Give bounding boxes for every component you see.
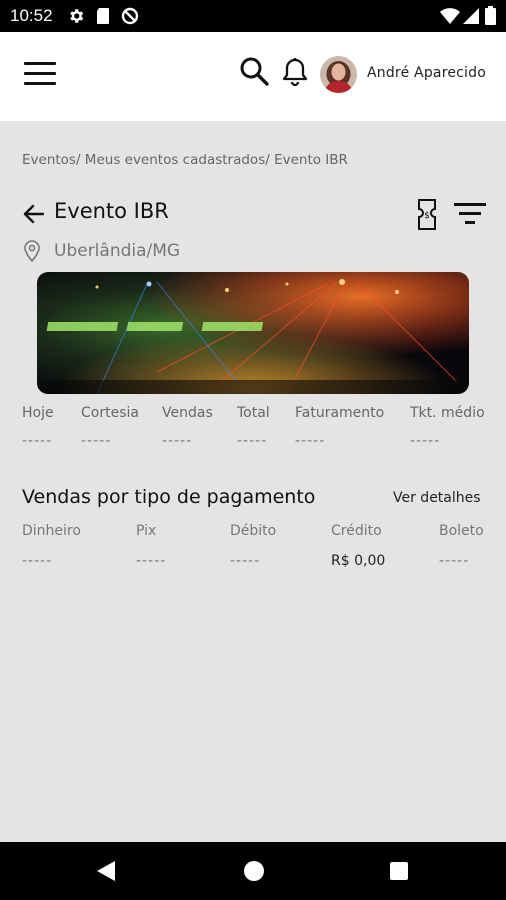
payment-value: ----- (439, 553, 470, 569)
event-location: Uberlândia/MG (54, 241, 181, 261)
event-title: Evento IBR (54, 199, 169, 223)
payment-credito: Crédito R$ 0,00 (331, 523, 385, 569)
stat-value: ----- (237, 433, 268, 449)
stat-label: Hoje (22, 405, 54, 421)
avatar[interactable] (320, 56, 357, 93)
system-nav-bar (0, 842, 506, 900)
user-name[interactable]: André Aparecido (367, 65, 486, 81)
breadcrumb: Eventos/ Meus eventos cadastrados/ Event… (22, 152, 348, 168)
stat-value: ----- (22, 433, 53, 449)
payment-pix: Pix ----- (136, 523, 166, 569)
stat-label: Faturamento (295, 405, 385, 421)
payment-dinheiro: Dinheiro ----- (22, 523, 81, 569)
stat-value: ----- (81, 433, 112, 449)
stat-label: Vendas (162, 405, 213, 421)
menu-icon[interactable] (24, 62, 56, 86)
event-banner-image (37, 272, 469, 394)
payment-value: ----- (230, 553, 261, 569)
status-bar: 10:52 (0, 0, 506, 32)
stat-value: ----- (162, 433, 193, 449)
stat-faturamento: Faturamento ----- (295, 405, 384, 449)
payments-title: Vendas por tipo de pagamento (22, 486, 316, 508)
payment-label: Débito (230, 523, 277, 539)
status-time: 10:52 (10, 6, 53, 25)
payment-value: R$ 0,00 (331, 553, 386, 569)
stat-cortesia: Cortesia ----- (81, 405, 139, 449)
stat-label: Tkt. médio (410, 405, 485, 421)
arrow-back-icon[interactable] (22, 203, 44, 225)
sim-icon (97, 8, 109, 24)
battery-icon (485, 6, 496, 25)
search-icon[interactable] (238, 55, 270, 87)
nav-back-icon[interactable] (97, 861, 115, 881)
stat-total: Total ----- (237, 405, 270, 449)
details-link[interactable]: Ver detalhes (393, 490, 481, 506)
payment-boleto: Boleto ----- (439, 523, 484, 569)
payment-debito: Débito ----- (230, 523, 276, 569)
payment-label: Pix (136, 523, 157, 539)
event-stats: Hoje ----- Cortesia ----- Vendas ----- T… (0, 405, 506, 465)
payment-label: Crédito (331, 523, 382, 539)
stat-ticket-medio: Tkt. médio ----- (410, 405, 485, 449)
no-sync-icon (121, 7, 139, 25)
ticket-icon[interactable]: $ (416, 198, 438, 231)
bell-icon[interactable] (282, 57, 308, 87)
gear-icon (70, 9, 84, 23)
stat-vendas: Vendas ----- (162, 405, 213, 449)
app-header: André Aparecido (0, 32, 506, 121)
stat-label: Total (237, 405, 270, 421)
stat-value: ----- (295, 433, 326, 449)
stat-value: ----- (410, 433, 441, 449)
payment-value: ----- (22, 553, 53, 569)
stat-label: Cortesia (81, 405, 139, 421)
filter-icon[interactable] (454, 202, 486, 226)
nav-recents-icon[interactable] (390, 862, 408, 880)
payment-label: Boleto (439, 523, 484, 539)
stat-hoje: Hoje ----- (22, 405, 54, 449)
wifi-icon (440, 8, 460, 24)
svg-text:$: $ (424, 211, 430, 221)
payment-label: Dinheiro (22, 523, 81, 539)
signal-icon (463, 8, 479, 24)
nav-home-icon[interactable] (244, 861, 264, 881)
location-pin-icon (24, 240, 40, 262)
payment-value: ----- (136, 553, 167, 569)
